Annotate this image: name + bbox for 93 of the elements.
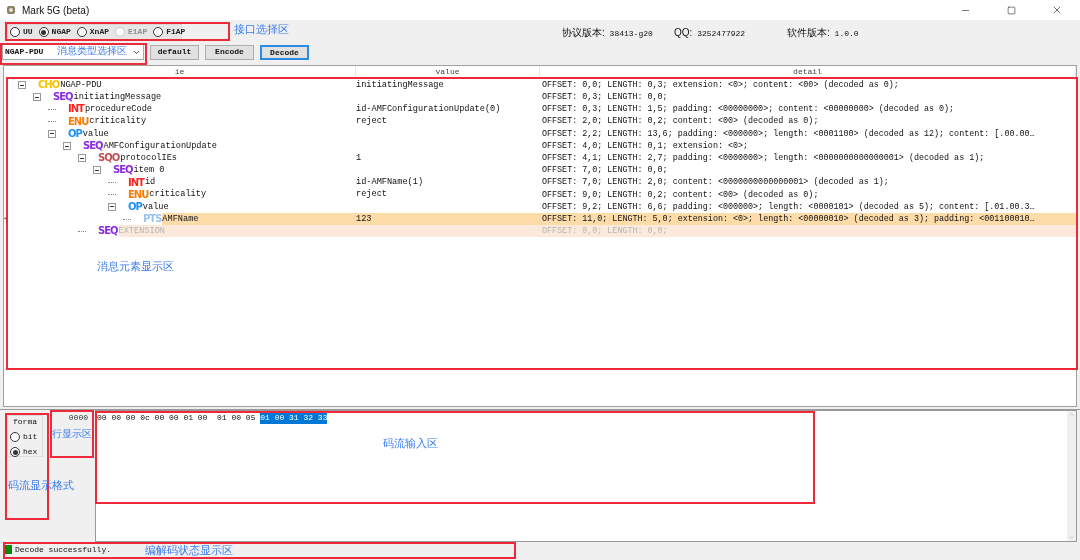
version-info: QQ: 3252477922	[674, 25, 747, 40]
format-option[interactable]: bit	[23, 431, 38, 443]
radio-button[interactable]	[10, 432, 20, 442]
tree-connector	[48, 108, 56, 110]
ie-value: reject	[356, 188, 388, 201]
type-tag: INT	[128, 177, 144, 188]
annotation-label: 编解码状态显示区	[145, 545, 233, 556]
interface-option[interactable]: UU	[23, 26, 33, 38]
group-title: forma	[12, 416, 38, 428]
annotation-label: 码流输入区	[383, 438, 438, 449]
collapse-icon[interactable]	[48, 129, 56, 138]
ie-value: reject	[356, 115, 388, 128]
interface-option[interactable]: XnAP	[89, 26, 109, 38]
ie-name[interactable]: procedureCode	[84, 103, 356, 116]
ie-name[interactable]: criticality	[89, 115, 356, 128]
version-info: 协议版本: 38413-g20	[562, 25, 654, 40]
collapse-icon[interactable]	[18, 81, 26, 90]
interface-option[interactable]: F1AP	[166, 26, 186, 38]
radio-button[interactable]	[10, 27, 20, 37]
collapse-icon[interactable]	[63, 142, 71, 151]
tree-connector	[108, 182, 116, 184]
radio-button[interactable]	[153, 27, 164, 37]
ie-detail: OFFSET: 11,0; LENGTH: 5,0; extension: <0>; length: <00000010> (decoded as 3); padding: <001100010…	[540, 213, 1076, 226]
ie-detail: OFFSET: 7,0; LENGTH: 0,0;	[541, 164, 669, 177]
type-tag: OP	[68, 128, 82, 139]
interface-option[interactable]: NGAP	[51, 26, 71, 38]
status-text: Decode successfully.	[15, 543, 111, 556]
ie-value: id-AMFConfigurationUpdate(0)	[356, 103, 502, 116]
app-icon	[6, 5, 16, 15]
line-number: 0000	[68, 412, 88, 424]
ie-detail: OFFSET: 0,3; LENGTH: 0,0;	[541, 91, 669, 104]
annotation-label: 消息元素显示区	[97, 261, 174, 272]
format-option[interactable]: hex	[23, 446, 38, 458]
tree-connector	[48, 121, 56, 123]
type-tag: CHO	[38, 80, 60, 91]
type-tag: SEQ	[98, 226, 118, 237]
ie-value: 1	[356, 152, 363, 165]
ie-detail: OFFSET: 4,1; LENGTH: 2,7; padding: <0000000>; length: <0000000000000001> (decoded as 1);	[541, 152, 986, 165]
type-tag: ENU	[68, 116, 89, 127]
type-tag: SEQ	[53, 92, 73, 103]
collapse-icon[interactable]	[33, 93, 41, 102]
action-button[interactable]: default	[150, 44, 199, 60]
column-header[interactable]: ie	[4, 66, 356, 78]
ie-detail: OFFSET: 2,2; LENGTH: 13,6; padding: <000000>; length: <0001100> (decoded as 12); content: [.00.00…	[541, 127, 1036, 140]
close-icon[interactable]	[1051, 4, 1063, 16]
collapse-icon[interactable]	[78, 154, 86, 163]
tree-connector	[123, 218, 131, 220]
ie-name[interactable]: criticality	[149, 188, 356, 201]
tree-connector	[108, 194, 116, 196]
action-button[interactable]: Encode	[205, 44, 254, 60]
collapse-icon[interactable]	[93, 166, 101, 175]
ie-name[interactable]: protocolIEs	[120, 152, 356, 165]
ie-detail: OFFSET: 0,3; LENGTH: 1,5; padding: <00000000>; content: <00000000> (decoded as 0);	[541, 103, 956, 116]
ie-name[interactable]: id	[144, 176, 356, 189]
ie-name[interactable]: AMFName	[162, 213, 356, 226]
ie-detail: OFFSET: 4,0; LENGTH: 0,1; extension: <0>;	[541, 139, 750, 153]
type-tag: PTS	[143, 214, 162, 225]
ie-name[interactable]: NGAP-PDU	[60, 79, 356, 92]
radio-button[interactable]	[76, 27, 87, 37]
ie-name[interactable]: initiatingMessage	[73, 91, 356, 104]
ie-detail: OFFSET: 0,0; LENGTH: 0,0;	[540, 225, 1076, 238]
type-tag: ENU	[128, 189, 149, 200]
ie-name[interactable]: value	[142, 200, 356, 214]
type-tag: SEQ	[83, 141, 103, 152]
radio-button[interactable]	[38, 27, 49, 37]
ie-detail: OFFSET: 9,2; LENGTH: 6,6; padding: <000000>; length: <0000101> (decoded as 5); content: [.01.00.3…	[541, 200, 1036, 214]
annotation-label: 接口选择区	[234, 24, 289, 35]
ie-detail: OFFSET: 0,0; LENGTH: 0,3; extension: <0>; content: <00> (decoded as 0);	[541, 79, 900, 92]
column-header[interactable]: detail	[540, 66, 1076, 78]
ie-name[interactable]: AMFConfigurationUpdate	[103, 139, 356, 153]
type-tag: SEQ	[113, 165, 133, 176]
ie-name[interactable]: item 0	[133, 164, 356, 177]
type-tag: OP	[128, 201, 142, 212]
ie-detail: OFFSET: 2,0; LENGTH: 0,2; content: <00> (decoded as 0);	[541, 115, 820, 128]
action-button[interactable]: Decode	[260, 44, 309, 60]
ie-detail: OFFSET: 9,0; LENGTH: 0,2; content: <00> (decoded as 0);	[541, 188, 820, 201]
column-header[interactable]: value	[356, 66, 540, 78]
maximize-icon[interactable]	[1006, 5, 1016, 15]
ie-value: 123	[356, 213, 540, 226]
radio-button[interactable]	[10, 447, 20, 457]
annotation-label: 行显示区	[52, 429, 92, 439]
stream-bytes: 00 00 00 0c 00 00 01 00 01 00 05	[97, 412, 257, 424]
type-tag: SQO	[98, 153, 120, 164]
annotation-label: 消息类型选择区	[57, 46, 127, 56]
window-title: Mark 5G (beta)	[22, 3, 90, 18]
ie-name[interactable]: value	[82, 127, 356, 140]
tree-connector	[78, 230, 86, 232]
type-tag: INT	[68, 104, 84, 115]
ie-detail: OFFSET: 7,0; LENGTH: 2,0; content: <0000000000000001> (decoded as 1);	[541, 176, 890, 189]
ie-value: id-AMFName(1)	[356, 176, 425, 189]
ie-value: initiatingMessage	[356, 79, 445, 92]
collapse-icon[interactable]	[108, 202, 116, 211]
version-info: 软件版本: 1.0.0	[787, 25, 860, 40]
